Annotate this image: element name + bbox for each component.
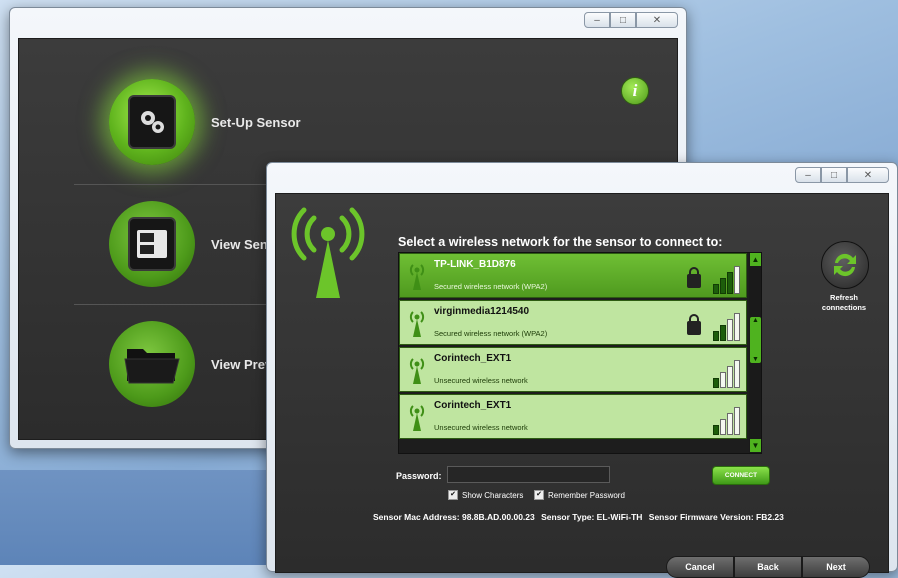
network-ssid: TP-LINK_B1D876 [434, 259, 516, 270]
menu-view-sensor[interactable]: View Sensor [109, 201, 288, 287]
signal-strength-icon [713, 360, 740, 388]
menu-setup-sensor[interactable]: Set-Up Sensor [109, 79, 301, 165]
network-row[interactable]: Corintech_EXT1 Unsecured wireless networ… [399, 394, 747, 439]
minimize-button[interactable]: – [584, 12, 610, 28]
wifi-antenna-icon [409, 405, 425, 431]
checkbox-label: Remember Password [548, 490, 625, 500]
scroll-thumb[interactable]: ▲ ▼ [750, 317, 761, 363]
password-label: Password: [396, 471, 442, 481]
sensor-mac: Sensor Mac Address: 98.8B.AD.00.00.23 [373, 512, 535, 522]
next-button[interactable]: Next [802, 556, 870, 578]
sensor-info-line: Sensor Mac Address: 98.8B.AD.00.00.23 Se… [373, 512, 788, 522]
lock-icon [687, 267, 701, 288]
remember-password-checkbox[interactable]: ✔ Remember Password [534, 490, 625, 500]
network-list: TP-LINK_B1D876 Secured wireless network … [398, 252, 762, 454]
menu-label: Set-Up Sensor [211, 114, 301, 130]
gears-icon [128, 95, 176, 149]
scroll-down-icon[interactable]: ▼ [750, 439, 761, 452]
menu-view-previous[interactable]: View Previo [109, 321, 284, 407]
wifi-antenna-icon [409, 264, 425, 290]
wireless-antenna-icon [291, 207, 365, 298]
menu-circle [109, 321, 195, 407]
window-controls: – □ ✕ [795, 167, 889, 183]
sensor-display-icon [128, 217, 176, 271]
signal-strength-icon [713, 313, 740, 341]
network-list-scrollbar[interactable]: ▲ ▲ ▼ ▼ [749, 253, 761, 453]
network-ssid: Corintech_EXT1 [434, 353, 512, 364]
checkbox-label: Show Characters [462, 490, 524, 500]
network-security: Secured wireless network (WPA2) [434, 329, 548, 338]
refresh-label: Refresh connections [821, 293, 867, 312]
maximize-button[interactable]: □ [610, 12, 636, 28]
network-ssid: virginmedia1214540 [434, 306, 530, 317]
sensor-type: Sensor Type: EL-WiFi-TH [541, 512, 643, 522]
wifi-setup-panel: Select a wireless network for the sensor… [275, 193, 889, 578]
scroll-up-icon[interactable]: ▲ [750, 253, 761, 266]
network-ssid: Corintech_EXT1 [434, 400, 512, 411]
info-icon[interactable]: i [621, 77, 649, 105]
show-characters-checkbox[interactable]: ✔ Show Characters [448, 490, 523, 500]
password-input[interactable] [447, 466, 610, 483]
lock-icon [687, 314, 701, 335]
refresh-icon [834, 253, 856, 277]
menu-circle [109, 201, 195, 287]
network-list-heading: Select a wireless network for the sensor… [398, 235, 723, 249]
cancel-button[interactable]: Cancel [666, 556, 734, 578]
maximize-button[interactable]: □ [821, 167, 847, 183]
menu-circle [109, 79, 195, 165]
network-security: Unsecured wireless network [434, 376, 528, 385]
network-security: Unsecured wireless network [434, 423, 528, 432]
folder-icon [124, 349, 180, 384]
network-row[interactable]: TP-LINK_B1D876 Secured wireless network … [399, 253, 747, 298]
window-controls: – □ ✕ [584, 12, 678, 28]
close-button[interactable]: ✕ [847, 167, 889, 183]
network-security: Secured wireless network (WPA2) [434, 282, 548, 291]
connect-button[interactable]: CONNECT [712, 466, 770, 485]
signal-strength-icon [713, 407, 740, 435]
close-button[interactable]: ✕ [636, 12, 678, 28]
checkbox-check-icon[interactable]: ✔ [534, 490, 544, 500]
refresh-button[interactable] [821, 241, 869, 289]
network-row[interactable]: virginmedia1214540 Secured wireless netw… [399, 300, 747, 345]
network-row[interactable]: Corintech_EXT1 Unsecured wireless networ… [399, 347, 747, 392]
sensor-firmware: Sensor Firmware Version: FB2.23 [648, 512, 784, 522]
wifi-setup-window: – □ ✕ Select a wireless network for the … [266, 162, 898, 578]
signal-strength-icon [713, 266, 740, 294]
wifi-antenna-icon [409, 358, 425, 384]
back-button[interactable]: Back [734, 556, 802, 578]
checkbox-check-icon[interactable]: ✔ [448, 490, 458, 500]
wifi-antenna-icon [409, 311, 425, 337]
minimize-button[interactable]: – [795, 167, 821, 183]
